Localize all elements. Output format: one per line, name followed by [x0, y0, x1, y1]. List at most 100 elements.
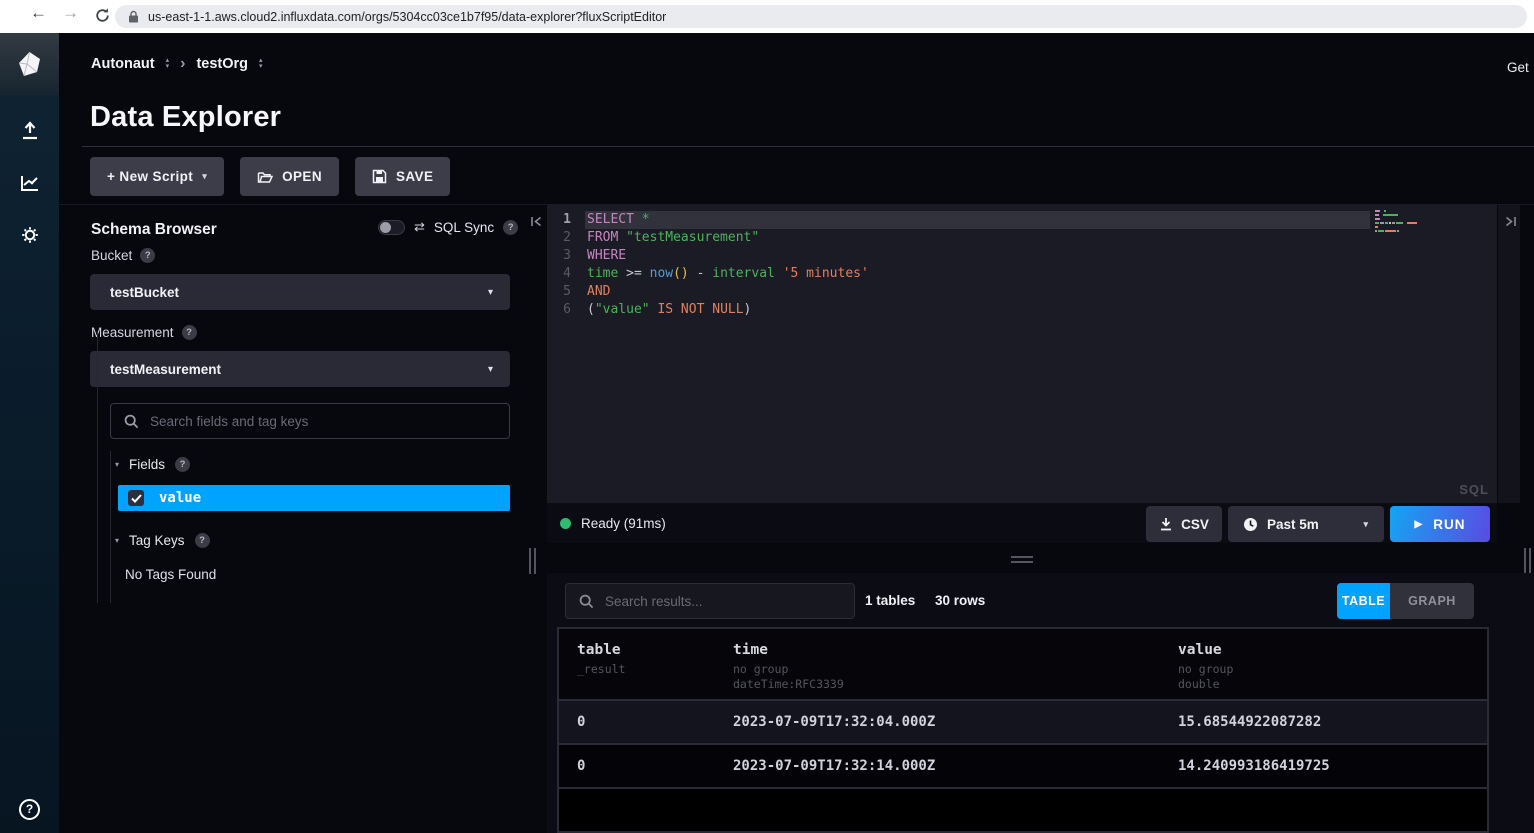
- code-line[interactable]: 5AND: [547, 283, 1497, 301]
- code-text: FROM "testMeasurement": [585, 229, 1370, 247]
- run-button[interactable]: ▶ RUN: [1390, 506, 1490, 542]
- results-table-header: table _result time no groupdateTime:RFC3…: [559, 629, 1487, 701]
- help-nav-icon[interactable]: ?: [0, 789, 59, 829]
- sql-sync-toggle[interactable]: [378, 220, 405, 235]
- measurement-dropdown[interactable]: testMeasurement ▾: [90, 351, 510, 387]
- search-icon: [124, 414, 139, 429]
- horizontal-resize-handle[interactable]: [1011, 556, 1033, 566]
- field-name: value: [159, 490, 201, 506]
- lock-icon: [128, 10, 139, 23]
- influxdb-logo[interactable]: [0, 33, 59, 96]
- code-line[interactable]: 3WHERE: [547, 247, 1497, 265]
- settings-nav-icon[interactable]: [0, 215, 59, 255]
- new-script-button[interactable]: + New Script ▾: [90, 157, 224, 196]
- bucket-help-icon[interactable]: ?: [140, 248, 155, 263]
- view-toggle-graph[interactable]: GRAPH: [1390, 583, 1474, 619]
- chevron-down-icon: ▾: [202, 171, 207, 182]
- line-number: 6: [547, 301, 585, 319]
- measurement-label: Measurement: [91, 325, 174, 340]
- chevron-down-icon[interactable]: ▾: [115, 460, 119, 469]
- sql-sync-help-icon[interactable]: ?: [503, 220, 518, 235]
- code-line[interactable]: 6("value" IS NOT NULL): [547, 301, 1497, 319]
- bucket-value: testBucket: [110, 285, 179, 300]
- fields-help-icon[interactable]: ?: [175, 457, 190, 472]
- measurement-value: testMeasurement: [110, 362, 221, 377]
- time-range-value: Past 5m: [1267, 517, 1319, 532]
- fields-tree-row[interactable]: ▾ Fields ?: [115, 457, 190, 472]
- field-item-value[interactable]: value: [118, 485, 510, 511]
- csv-download-button[interactable]: CSV: [1146, 506, 1222, 542]
- tables-count: 1 tables: [865, 593, 915, 608]
- code-line[interactable]: 4time >= now() - interval '5 minutes': [547, 265, 1497, 283]
- sidebar-nav: ?: [0, 33, 59, 833]
- table-cell: 2023-07-09T17:32:04.000Z: [715, 714, 1160, 730]
- results-table-body: 0 2023-07-09T17:32:04.000Z15.685449220872…: [559, 701, 1487, 789]
- code-line[interactable]: 1SELECT *: [547, 211, 1497, 229]
- status-ok-icon: [560, 518, 571, 529]
- breadcrumb-sub-org[interactable]: testOrg: [196, 56, 248, 72]
- line-number: 1: [547, 211, 585, 229]
- tag-keys-help-icon[interactable]: ?: [195, 533, 210, 548]
- browser-reload-icon[interactable]: [94, 7, 111, 24]
- tag-keys-tree-row[interactable]: ▾ Tag Keys ?: [115, 533, 210, 548]
- sub-org-switcher-icon[interactable]: ▴▾: [259, 58, 263, 70]
- rows-count: 30 rows: [935, 593, 985, 608]
- table-cell: 0: [559, 758, 715, 774]
- open-label: OPEN: [282, 169, 322, 184]
- measurement-help-icon[interactable]: ?: [182, 325, 197, 340]
- expand-panel-icon[interactable]: [1504, 215, 1517, 228]
- left-resize-handle[interactable]: [529, 548, 537, 574]
- breadcrumb-org[interactable]: Autonaut: [91, 56, 155, 72]
- editor-minimap[interactable]: [1375, 210, 1418, 234]
- results-search-input[interactable]: [605, 594, 854, 609]
- page: ← → us-east-1-1.aws.cloud2.influxdata.co…: [0, 0, 1534, 833]
- bucket-label-row: Bucket ?: [91, 248, 155, 263]
- address-bar[interactable]: us-east-1-1.aws.cloud2.influxdata.com/or…: [115, 5, 1527, 28]
- bucket-dropdown[interactable]: testBucket ▾: [90, 274, 510, 310]
- indent-guide: [97, 333, 98, 603]
- save-button[interactable]: SAVE: [355, 157, 450, 196]
- minimap-line: [1375, 222, 1418, 225]
- column-header-time: time no groupdateTime:RFC3339: [715, 629, 1160, 699]
- breadcrumb: Autonaut ▴▾ › testOrg ▴▾: [91, 55, 263, 73]
- chevron-down-icon: ▾: [488, 287, 493, 298]
- time-range-dropdown[interactable]: Past 5m ▾: [1228, 506, 1384, 542]
- sql-sync-icon: ⇄: [414, 219, 425, 235]
- results-search-box: [565, 583, 855, 619]
- sql-editor[interactable]: 1SELECT *2FROM "testMeasurement"3WHERE4t…: [547, 205, 1497, 503]
- results-panel: 1 tables 30 rows TABLE GRAPH table _resu…: [547, 573, 1534, 833]
- code-line[interactable]: 2FROM "testMeasurement": [547, 229, 1497, 247]
- code-lines: 1SELECT *2FROM "testMeasurement"3WHERE4t…: [547, 211, 1497, 319]
- script-toolbar: + New Script ▾ OPEN SAVE: [90, 157, 450, 196]
- table-cell: 15.68544922087282: [1160, 714, 1487, 730]
- schema-search-input[interactable]: [150, 414, 509, 429]
- org-switcher-icon[interactable]: ▴▾: [166, 58, 170, 70]
- browser-back-icon[interactable]: ←: [30, 3, 47, 23]
- line-number: 5: [547, 283, 585, 301]
- sql-sync-label: SQL Sync: [434, 220, 494, 235]
- minimap-line: [1375, 218, 1418, 221]
- open-button[interactable]: OPEN: [240, 157, 339, 196]
- get-started-link[interactable]: Get: [1507, 60, 1534, 75]
- code-text: ("value" IS NOT NULL): [585, 301, 1370, 319]
- data-explorer-nav-icon[interactable]: [0, 163, 59, 203]
- save-label: SAVE: [396, 169, 433, 184]
- folder-icon: [257, 170, 273, 184]
- app: ? Autonaut ▴▾ › testOrg ▴▾ Get Data Expl…: [0, 33, 1534, 833]
- results-table: table _result time no groupdateTime:RFC3…: [557, 627, 1489, 833]
- view-toggle-table[interactable]: TABLE: [1337, 583, 1390, 619]
- chevron-down-icon[interactable]: ▾: [115, 536, 119, 545]
- browser-forward-icon[interactable]: →: [62, 3, 79, 23]
- chevron-down-icon: ▾: [488, 364, 493, 375]
- right-resize-handle[interactable]: [1524, 548, 1532, 574]
- load-data-nav-icon[interactable]: [0, 111, 59, 151]
- table-cell: 14.240993186419725: [1160, 758, 1487, 774]
- page-title: Data Explorer: [90, 101, 281, 134]
- line-number: 3: [547, 247, 585, 265]
- query-status-bar: Ready (91ms) CSV Past 5m ▾ ▶: [547, 503, 1497, 543]
- field-checkbox[interactable]: [128, 490, 144, 506]
- fields-label: Fields: [129, 457, 165, 472]
- collapse-panel-icon[interactable]: [530, 215, 543, 228]
- line-number: 2: [547, 229, 585, 247]
- clock-icon: [1243, 517, 1258, 532]
